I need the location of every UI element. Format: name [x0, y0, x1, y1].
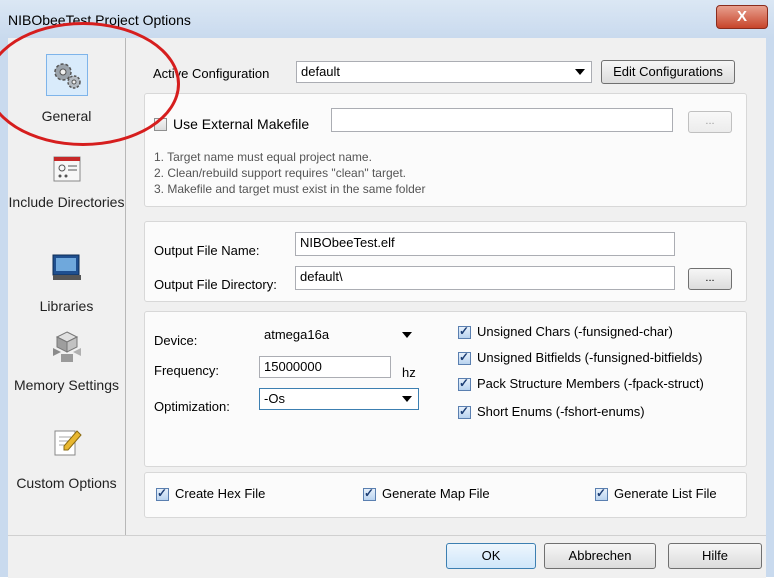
sidebar-item-memory-settings[interactable]: Memory Settings [8, 326, 125, 395]
ok-button[interactable]: OK [446, 543, 536, 569]
active-configuration-value: default [301, 64, 341, 79]
makefile-note-1: 1. Target name must equal project name. [154, 150, 372, 164]
output-group: Output File Name: NIBObeeTest.elf Output… [144, 221, 747, 302]
close-button[interactable]: X [716, 5, 768, 29]
output-file-name-input[interactable]: NIBObeeTest.elf [295, 232, 675, 256]
pack-structure-members-checkbox[interactable] [458, 376, 471, 391]
generate-list-file-checkbox[interactable] [595, 486, 608, 501]
close-icon: X [736, 8, 747, 25]
create-hex-file-label: Create Hex File [175, 486, 266, 501]
edit-configurations-button[interactable]: Edit Configurations [601, 60, 735, 84]
frequency-unit: hz [402, 365, 416, 380]
sidebar-item-label: Custom Options [16, 475, 117, 491]
unsigned-bitfields-checkbox[interactable] [458, 350, 471, 365]
makefile-note-3: 3. Makefile and target must exist in the… [154, 182, 426, 196]
device-value: atmega16a [264, 327, 330, 342]
generate-list-file-label: Generate List File [614, 486, 717, 501]
generate-map-file-label: Generate Map File [382, 486, 490, 501]
optimization-value: -Os [264, 391, 285, 406]
short-enums-label: Short Enums (-fshort-enums) [477, 404, 645, 419]
sidebar-item-label: Libraries [39, 298, 94, 314]
makefile-group: Use External Makefile ... 1. Target name… [144, 93, 747, 207]
output-file-directory-label: Output File Directory: [154, 277, 277, 292]
makefile-note-2: 2. Clean/rebuild support requires "clean… [154, 166, 406, 180]
output-directory-browse-button[interactable]: ... [688, 268, 732, 290]
unsigned-bitfields-label: Unsigned Bitfields (-funsigned-bitfields… [477, 350, 703, 365]
pack-structure-members-label: Pack Structure Members (-fpack-struct) [477, 376, 704, 391]
memory-blocks-icon [46, 326, 88, 368]
library-book-icon [46, 246, 88, 288]
create-hex-file-checkbox[interactable] [156, 486, 169, 501]
device-label: Device: [154, 333, 198, 348]
frequency-label: Frequency: [154, 363, 220, 378]
unsigned-chars-checkbox[interactable] [458, 324, 471, 339]
help-button[interactable]: Hilfe [668, 543, 762, 569]
active-configuration-select[interactable]: default [296, 61, 592, 83]
output-files-group: Create Hex File Generate Map File Genera… [144, 472, 747, 518]
cancel-button[interactable]: Abbrechen [544, 543, 656, 569]
sidebar-item-include-directories[interactable]: Include Directories [8, 148, 125, 211]
optimization-label: Optimization: [154, 399, 230, 414]
dialog-button-bar: OK Abbrechen Hilfe [8, 535, 766, 578]
makefile-path-input[interactable] [331, 108, 673, 132]
chevron-down-icon [402, 396, 412, 402]
sidebar-item-label: Include Directories [8, 194, 125, 210]
chevron-down-icon [402, 332, 412, 338]
sidebar-item-label: Memory Settings [13, 377, 120, 393]
output-file-name-label: Output File Name: [154, 243, 260, 258]
short-enums-checkbox[interactable] [458, 404, 471, 419]
makefile-browse-button[interactable]: ... [688, 111, 732, 133]
device-select[interactable]: atmega16a [259, 324, 419, 346]
sidebar-item-custom-options[interactable]: Custom Options [8, 422, 125, 493]
folder-config-icon [46, 148, 88, 190]
optimization-select[interactable]: -Os [259, 388, 419, 410]
notepad-pencil-icon [46, 422, 88, 464]
device-group: Device: atmega16a Frequency: 15000000 hz… [144, 311, 747, 467]
chevron-down-icon [575, 69, 585, 75]
sidebar-item-libraries[interactable]: Libraries [8, 246, 125, 314]
window-frame-right [766, 38, 774, 577]
generate-map-file-checkbox[interactable] [363, 486, 376, 501]
output-file-directory-input[interactable]: default\ [295, 266, 675, 290]
frequency-input[interactable]: 15000000 [259, 356, 391, 378]
general-panel: Active Configuration default Edit Config… [126, 38, 766, 535]
unsigned-chars-label: Unsigned Chars (-funsigned-char) [477, 324, 673, 339]
use-external-makefile-label: Use External Makefile [173, 116, 310, 132]
